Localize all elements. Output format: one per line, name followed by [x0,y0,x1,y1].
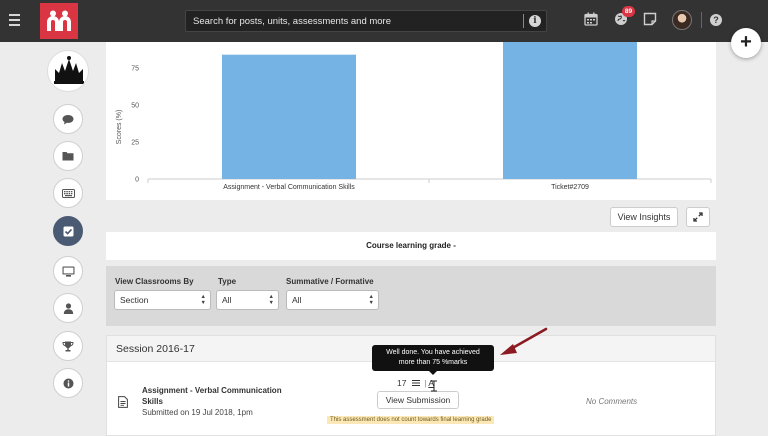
grade-tooltip: Well done. You have achieved more than 7… [372,345,494,375]
type-select[interactable]: All ▲ ▼ [216,290,279,310]
top-navigation-bar: i 89 ? [0,0,768,42]
list-icon [411,380,420,386]
rail-monitor-button[interactable] [53,256,83,286]
chart-bar [503,42,637,179]
topbar-divider [701,12,702,28]
y-tick-label: 0 [135,177,139,184]
app-logo[interactable] [40,3,78,39]
school-logo[interactable] [47,50,89,92]
view-insights-button[interactable]: View Insights [610,207,678,227]
scores-bar-chart: Scores (%) 0 25 50 75 Assignment - Verbal Com… [116,42,712,191]
classrooms-select[interactable]: Section ▲ ▼ [114,290,211,310]
filters-panel: View Classrooms By Type Summative / Form… [106,266,716,326]
trophy-icon [62,341,74,351]
search-divider [523,14,524,28]
expand-button[interactable] [686,207,710,227]
text-cursor-icon [431,380,437,392]
assignment-title[interactable]: Assignment - Verbal Communication Skills [142,385,302,407]
assignment-score: 17 | A [397,378,434,388]
y-tick-label: 25 [131,140,139,147]
rail-chat-button[interactable] [53,104,83,134]
tooltip-line-1: Well done. You have achieved [386,349,480,356]
summative-select[interactable]: All ▲ ▼ [286,290,379,310]
rail-info-button[interactable] [53,368,83,398]
tooltip-line-2: more than 75 %marks [398,359,468,366]
rail-trophy-button[interactable] [53,331,83,361]
select-arrows-icon: ▲ ▼ [268,294,274,306]
classrooms-filter-label: View Classrooms By [115,277,194,286]
rail-keyboard-button[interactable] [53,178,83,208]
info-icon [63,378,73,388]
score-value: 17 [397,378,407,388]
grade-exclusion-note: This assessment does not count towards f… [327,416,495,424]
user-avatar[interactable] [672,10,692,30]
checkbox-icon [63,226,73,236]
global-search[interactable]: i [185,10,547,32]
calendar-icon[interactable] [584,12,598,26]
select-arrows-icon: ▲ ▼ [368,294,374,306]
summative-filter-label: Summative / Formative [286,277,374,286]
score-divider: | [424,378,427,388]
menu-icon[interactable] [9,14,20,26]
type-filter-label: Type [218,277,237,286]
search-info-icon[interactable]: i [529,15,541,27]
annotation-arrow-icon [500,327,548,355]
comments-status: No Comments [586,397,638,406]
course-grade-label: Course learning grade - [366,241,456,250]
rail-folder-button[interactable] [53,141,83,171]
help-icon[interactable]: ? [710,14,722,26]
create-plus-button[interactable]: + [731,28,761,58]
course-grade-panel: Course learning grade - [106,232,716,260]
search-input[interactable] [193,13,513,29]
chat-icon [62,114,74,124]
type-select-value: All [222,295,232,305]
folder-icon [62,152,74,161]
y-tick-label: 75 [131,66,139,73]
y-axis-label: Scores (%) [116,110,123,145]
y-tick-label: 50 [131,103,139,110]
expand-icon [693,212,703,222]
x-tick-label: Ticket#2709 [551,184,589,191]
school-crest-icon [54,56,84,84]
sticky-note-icon[interactable] [643,12,657,26]
view-submission-button[interactable]: View Submission [377,391,459,409]
x-tick-label: Assignment - Verbal Communication Skills [223,184,355,191]
select-arrows-icon: ▲ ▼ [200,294,206,306]
summative-select-value: All [292,295,302,305]
classrooms-select-value: Section [120,295,149,305]
document-icon [118,396,128,408]
notification-badge: 89 [622,6,635,17]
rail-assessments-button[interactable] [53,216,83,246]
chart-bar [222,54,356,179]
keyboard-icon [61,188,75,198]
rail-profile-button[interactable] [53,293,83,323]
scores-chart-panel: Scores (%) 0 25 50 75 Assignment - Verbal Com… [106,42,716,200]
assignment-submitted-date: Submitted on 19 Jul 2018, 1pm [142,408,253,417]
session-title: Session 2016-17 [116,343,195,355]
brand-logo-icon [47,10,71,31]
monitor-icon [62,266,74,277]
user-icon [63,302,73,314]
